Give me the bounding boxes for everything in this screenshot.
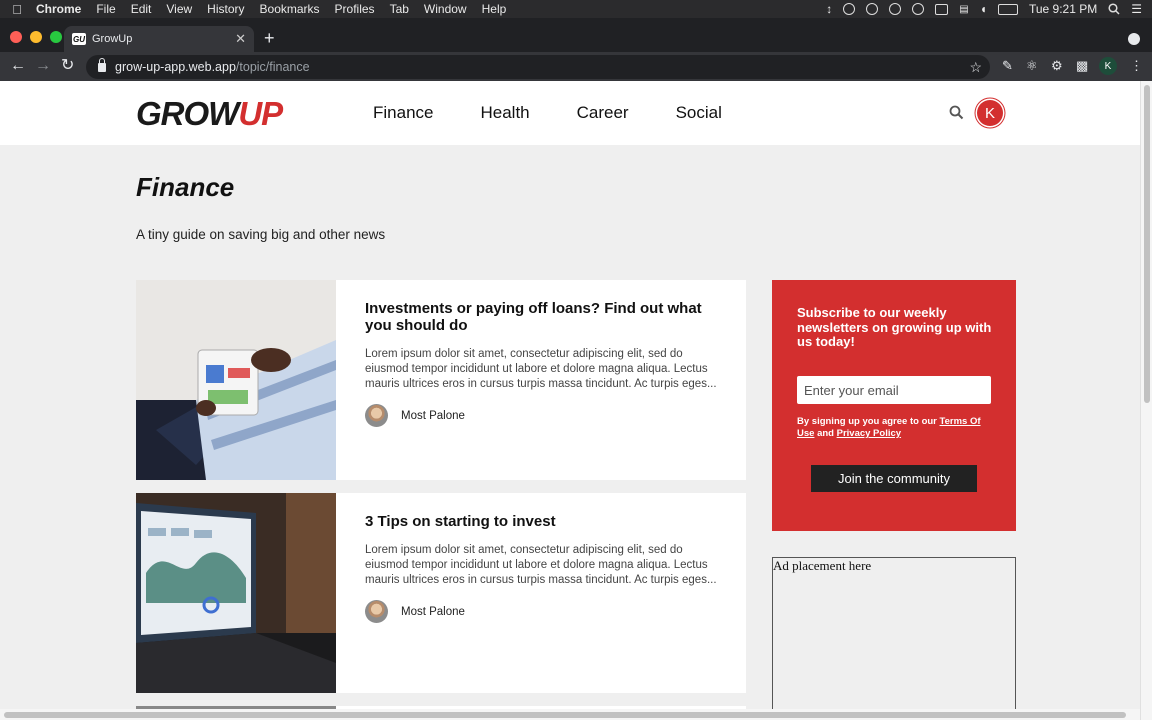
scrollbar-thumb[interactable] [1144, 85, 1150, 403]
favicon: GU [72, 33, 86, 45]
join-community-button[interactable]: Join the community [811, 465, 977, 492]
privacy-link[interactable]: Privacy Policy [837, 428, 901, 439]
media-icon[interactable] [866, 3, 879, 15]
article-title[interactable]: Investments or paying off loans? Find ou… [365, 300, 725, 334]
nav-social[interactable]: Social [676, 103, 722, 123]
newsletter-heading: Subscribe to our weekly newsletters on g… [797, 305, 992, 349]
tab-strip: GU GrowUp ✕ + [0, 18, 1152, 52]
browser-tab[interactable]: GU GrowUp ✕ [64, 26, 254, 52]
logo-main: GROW [136, 95, 239, 132]
menu-window[interactable]: Window [424, 2, 467, 16]
ad-placeholder: Ad placement here [772, 557, 1016, 720]
site-header: GROWUP Finance Health Career Social K [0, 81, 1140, 145]
article-card[interactable]: Investments or paying off loans? Find ou… [136, 280, 746, 480]
terms-and: and [814, 428, 837, 439]
site-logo[interactable]: GROWUP [136, 95, 283, 133]
article-title[interactable]: 3 Tips on starting to invest [365, 513, 725, 530]
menu-help[interactable]: Help [482, 2, 507, 16]
author-name: Most Palone [401, 605, 465, 618]
ad-text: Ad placement here [773, 558, 872, 573]
extension-gear-icon[interactable]: ⚙ [1051, 58, 1063, 74]
extensions-puzzle-icon[interactable]: ▩ [1076, 58, 1088, 74]
newsletter-box: Subscribe to our weekly newsletters on g… [772, 280, 1016, 531]
vertical-scrollbar[interactable] [1140, 81, 1152, 720]
back-icon[interactable]: ← [10, 57, 26, 75]
tab-title: GrowUp [92, 33, 133, 45]
menu-tab[interactable]: Tab [390, 2, 409, 16]
do-not-disturb-icon[interactable] [912, 3, 925, 15]
menu-view[interactable]: View [166, 2, 192, 16]
airdrop-icon[interactable]: ↕ [826, 2, 832, 16]
control-center-icon[interactable]: ☰ [1131, 2, 1142, 16]
author-avatar [365, 404, 388, 427]
nav-career[interactable]: Career [577, 103, 629, 123]
status-area: ↕ ▤ ◖ Tue 9:21 PM ☰ [826, 0, 1142, 18]
page-subtitle: A tiny guide on saving big and other new… [136, 227, 386, 242]
email-field[interactable] [797, 376, 991, 404]
article-excerpt: Lorem ipsum dolor sit amet, consectetur … [365, 348, 717, 390]
browser-menu-icon[interactable]: ⋮ [1130, 58, 1143, 74]
new-tab-icon[interactable]: + [264, 29, 275, 47]
menu-profiles[interactable]: Profiles [335, 2, 375, 16]
url-path: /topic/finance [235, 60, 310, 74]
focus-icon[interactable] [889, 3, 902, 15]
lock-icon[interactable] [98, 57, 106, 72]
terms-text: By signing up you agree to our Terms Of … [797, 416, 997, 440]
maximize-window-icon[interactable] [50, 31, 62, 43]
reload-icon[interactable]: ↻ [61, 57, 74, 75]
menu-file[interactable]: File [96, 2, 115, 16]
horizontal-scrollbar[interactable] [0, 709, 1140, 720]
spotlight-icon[interactable] [1108, 3, 1120, 15]
article-image-laptop[interactable] [136, 493, 336, 693]
article-excerpt: Lorem ipsum dolor sit amet, consectetur … [365, 544, 717, 586]
article-card[interactable]: 3 Tips on starting to invest Lorem ipsum… [136, 493, 746, 693]
search-icon[interactable] [949, 105, 964, 120]
menu-history[interactable]: History [207, 2, 244, 16]
article-author[interactable]: Most Palone [365, 600, 465, 623]
extension-react-icon[interactable]: ⚛ [1026, 58, 1038, 74]
logo-accent: UP [238, 95, 283, 132]
close-tab-icon[interactable]: ✕ [235, 31, 246, 47]
author-name: Most Palone [401, 409, 465, 422]
window-controls [10, 31, 62, 43]
article-author[interactable]: Most Palone [365, 404, 465, 427]
url-host: grow-up-app.web.app [115, 60, 236, 74]
wifi-icon[interactable]: ◖ [980, 2, 987, 16]
user-avatar[interactable]: K [977, 100, 1003, 126]
clock[interactable]: Tue 9:21 PM [1029, 2, 1097, 16]
terms-prefix: By signing up you agree to our [797, 416, 940, 427]
airplay-icon[interactable] [935, 3, 949, 15]
close-window-icon[interactable] [10, 31, 22, 43]
nav-finance[interactable]: Finance [373, 103, 433, 123]
macos-menubar:  Chrome File Edit View History Bookmark… [0, 0, 1152, 18]
menu-app-name[interactable]: Chrome [36, 2, 81, 16]
bookmark-star-icon[interactable]: ☆ [969, 59, 982, 76]
tab-search-icon[interactable] [1128, 33, 1140, 45]
author-avatar [365, 600, 388, 623]
browser-profile-avatar[interactable]: K [1099, 57, 1117, 75]
page-title: Finance [136, 172, 235, 202]
forward-icon[interactable]: → [35, 57, 51, 75]
hscrollbar-thumb[interactable] [4, 712, 1126, 718]
battery-icon[interactable] [997, 3, 1018, 15]
us-flag-icon[interactable]: ▤ [959, 4, 968, 15]
web-page: GROWUP Finance Health Career Social K Fi… [0, 81, 1140, 720]
browser-toolbar: ← → ↻ grow-up-app.web.app/topic/finance … [0, 52, 1152, 81]
menu-bookmarks[interactable]: Bookmarks [260, 2, 320, 16]
extension-pen-icon[interactable]: ✎ [1002, 58, 1013, 74]
apple-icon[interactable]:  [10, 2, 24, 17]
minimize-window-icon[interactable] [30, 31, 42, 43]
main-nav: Finance Health Career Social [373, 103, 769, 123]
menu-edit[interactable]: Edit [131, 2, 152, 16]
address-bar[interactable]: grow-up-app.web.app/topic/finance ☆ [86, 55, 990, 79]
article-image-tablet[interactable] [136, 280, 336, 480]
cloud-icon[interactable] [843, 3, 856, 15]
nav-health[interactable]: Health [480, 103, 529, 123]
